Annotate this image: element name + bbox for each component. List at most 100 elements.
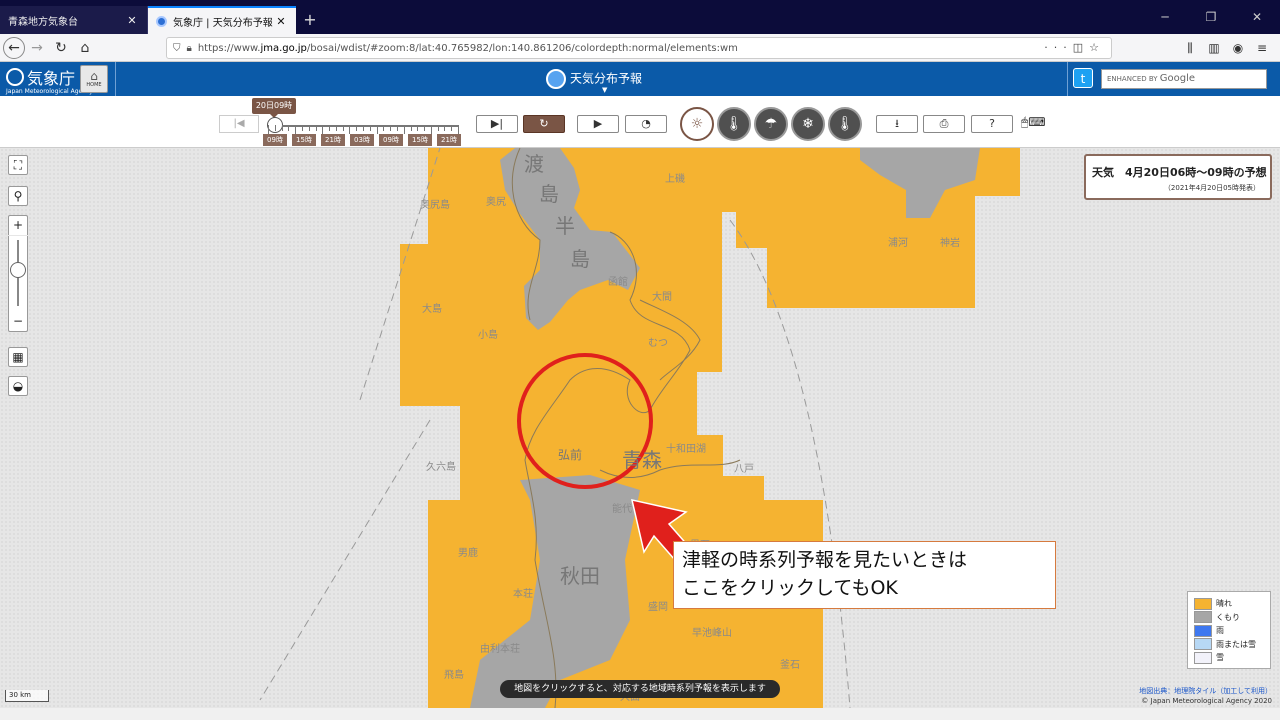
color-depth-button[interactable]: ◒ xyxy=(8,376,28,396)
new-tab-icon[interactable]: + xyxy=(296,6,324,34)
sidebar-icon[interactable]: ▥ xyxy=(1202,41,1226,55)
slider-tick xyxy=(363,125,364,131)
speed-button[interactable]: ◔ xyxy=(625,115,667,133)
location-button[interactable]: ⚲ xyxy=(8,186,28,206)
slider-tick xyxy=(390,125,392,131)
close-icon[interactable]: ✕ xyxy=(274,15,288,28)
legend-label: 晴れ xyxy=(1216,599,1232,609)
bookmark-star-icon[interactable]: ☆ xyxy=(1089,41,1105,54)
close-icon[interactable]: ✕ xyxy=(125,14,139,27)
minus-icon: − xyxy=(12,314,24,328)
zoom-out-button[interactable]: − xyxy=(8,312,28,332)
precipitation-element-button[interactable]: ☂ xyxy=(754,107,788,141)
download-button[interactable]: ⭳ xyxy=(876,115,918,133)
help-button[interactable]: ? xyxy=(971,115,1013,133)
home-icon[interactable]: ⌂ xyxy=(73,36,97,60)
skip-end-icon: ▶| xyxy=(490,117,504,130)
url-host: jma.go.jp xyxy=(260,42,307,54)
skip-end-button[interactable]: ▶| xyxy=(476,115,518,133)
time-label[interactable]: 09時 xyxy=(379,134,403,146)
map-label: 盛岡 xyxy=(648,602,668,613)
time-label[interactable]: 15時 xyxy=(408,134,432,146)
time-slider[interactable]: 09時 15時 21時 03時 09時 15時 21時 xyxy=(263,117,462,148)
slider-tick xyxy=(274,125,276,131)
slider-tick xyxy=(281,125,283,131)
map-label: 本荘 xyxy=(513,589,533,600)
reload-icon[interactable]: ↻ xyxy=(49,36,73,60)
zoom-in-button[interactable]: + xyxy=(8,215,28,235)
thermometer-icon: 🌡︎ xyxy=(836,116,854,132)
time-label[interactable]: 21時 xyxy=(321,134,345,146)
time-label[interactable]: 21時 xyxy=(437,134,461,146)
annotation-callout: 津軽の時系列予報を見たいときは ここをクリックしてもOK xyxy=(673,541,1056,609)
weather-element-button[interactable]: ☼ xyxy=(680,107,714,141)
map-layer-button[interactable]: ▦ xyxy=(8,347,28,367)
fullscreen-button[interactable]: ⛶ xyxy=(8,155,28,175)
skip-start-icon: |◀ xyxy=(233,118,245,129)
slider-tick xyxy=(424,125,426,131)
time-label[interactable]: 15時 xyxy=(292,134,316,146)
map-label: 島 xyxy=(570,247,590,271)
menu-icon[interactable]: ≡ xyxy=(1250,41,1274,55)
current-time-bubble: 20日09時 xyxy=(252,98,296,118)
house-icon: ⌂ xyxy=(90,69,98,83)
legend-swatch xyxy=(1194,651,1212,664)
map-label: むつ xyxy=(648,338,668,349)
skip-start-button[interactable]: |◀ xyxy=(219,115,259,133)
map-label: 大間 xyxy=(652,292,672,303)
zoom-knob[interactable] xyxy=(10,262,26,278)
tab-jma[interactable]: 気象庁 | 天気分布予報・地域時 ✕ xyxy=(148,6,296,34)
back-icon[interactable]: ← xyxy=(3,36,25,59)
account-icon[interactable]: ◉ xyxy=(1226,41,1250,55)
legend-item: 晴れ xyxy=(1194,597,1264,611)
legend-item: くもり xyxy=(1194,611,1264,625)
google-brand: Google xyxy=(1159,73,1196,84)
library-icon[interactable]: ⫼ xyxy=(1178,41,1202,56)
map-label: 十和田湖 xyxy=(666,444,706,455)
app-title-menu[interactable]: 天気分布予報 ▼ xyxy=(546,69,642,94)
print-button[interactable]: ⎙ xyxy=(923,115,965,133)
more-icon[interactable]: ··· xyxy=(1044,41,1073,54)
slider-tick xyxy=(268,125,269,134)
time-label[interactable]: 03時 xyxy=(350,134,374,146)
bottom-strip xyxy=(0,708,1280,720)
twitter-icon[interactable]: t xyxy=(1073,68,1093,88)
lock-icon[interactable]: 🔒︎ xyxy=(187,43,192,54)
url-bar[interactable]: ⛉ 🔒︎ https://www. jma.go.jp/bosai/wdist/#… xyxy=(166,37,1112,59)
temperature-element-button[interactable]: 🌡︎ xyxy=(717,107,751,141)
play-button[interactable]: ▶ xyxy=(577,115,619,133)
window-close-icon[interactable]: ✕ xyxy=(1234,0,1280,34)
zoom-slider[interactable] xyxy=(8,236,28,312)
browser-nav-bar: ← → ↻ ⌂ ⛉ 🔒︎ https://www. jma.go.jp/bosai… xyxy=(0,34,1280,62)
mouse-keyboard-icon[interactable]: 🖱︎⌨︎ xyxy=(1021,115,1046,130)
weather-map[interactable]: 渡 島 半 島 函館 上磯 奥尻島 奥尻 大島 小島 大間 浦河 神岩 むつ 弘… xyxy=(0,148,1280,708)
map-label: 早池峰山 xyxy=(692,628,732,639)
print-icon: ⎙ xyxy=(939,117,949,130)
map-credit-link[interactable]: 地図出典：地理院タイル（加工して利用） xyxy=(1139,686,1272,696)
map-hint: 地図をクリックすると、対応する地域時系列予報を表示します xyxy=(500,680,780,698)
time-label[interactable]: 09時 xyxy=(263,134,287,146)
snow-element-button[interactable]: ❄ xyxy=(791,107,825,141)
forward-icon[interactable]: → xyxy=(25,36,49,60)
temperature-detail-button[interactable]: 🌡︎ xyxy=(828,107,862,141)
legend-item: 雨 xyxy=(1194,624,1264,638)
map-label: 神岩 xyxy=(940,238,960,249)
map-label: 浦河 xyxy=(888,238,908,249)
header-divider xyxy=(115,62,116,96)
slider-tick xyxy=(369,125,371,131)
restore-icon[interactable]: ❐ xyxy=(1188,0,1234,34)
map-label: 男鹿 xyxy=(458,548,478,559)
slider-tick xyxy=(430,125,432,134)
search-enhanced-label: ENHANCED BY xyxy=(1107,75,1160,83)
minimize-icon[interactable]: ─ xyxy=(1142,0,1188,34)
google-search-input[interactable]: ENHANCED BY Google xyxy=(1101,69,1267,89)
legend-label: 雨 xyxy=(1216,626,1224,636)
slider-tick xyxy=(410,125,412,131)
refresh-button[interactable]: ↻ xyxy=(523,115,565,133)
home-button[interactable]: ⌂ HOME xyxy=(80,65,108,93)
legend-label: 雨または雪 xyxy=(1216,639,1256,649)
url-path: /bosai/wdist/#zoom:8/lat:40.765982/lon:1… xyxy=(306,42,738,54)
pocket-icon[interactable]: ◫ xyxy=(1073,41,1089,54)
shield-icon[interactable]: ⛉ xyxy=(173,43,181,54)
tab-aomori[interactable]: 青森地方気象台 ✕ xyxy=(0,6,148,34)
